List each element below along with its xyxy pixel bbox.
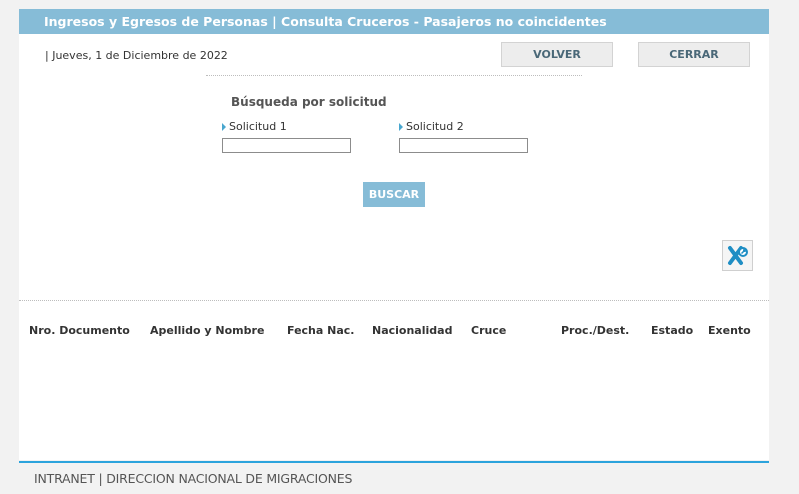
search-button[interactable]: BUSCAR	[363, 182, 425, 207]
column-header-proc-dest: Proc./Dest.	[561, 324, 630, 337]
divider	[19, 300, 769, 301]
divider	[206, 75, 582, 76]
column-header-estado: Estado	[651, 324, 694, 337]
arrow-right-icon	[222, 122, 226, 131]
current-date: | Jueves, 1 de Diciembre de 2022	[45, 49, 228, 62]
column-header-nro-documento: Nro. Documento	[29, 324, 130, 337]
column-header-cruce: Cruce	[471, 324, 507, 337]
solicitud-2-input[interactable]	[399, 138, 528, 153]
solicitud-1-label: Solicitud 1	[222, 120, 287, 133]
page-title: Ingresos y Egresos de Personas | Consult…	[44, 14, 607, 29]
column-header-exento: Exento	[708, 324, 751, 337]
excel-export-icon	[727, 245, 748, 265]
column-header-fecha-nac: Fecha Nac.	[287, 324, 355, 337]
footer-divider	[19, 461, 769, 463]
footer-text: INTRANET | DIRECCION NACIONAL DE MIGRACI…	[34, 471, 353, 486]
column-header-nacionalidad: Nacionalidad	[372, 324, 453, 337]
export-excel-button[interactable]	[722, 240, 753, 271]
back-button[interactable]: VOLVER	[501, 42, 613, 67]
solicitud-1-input[interactable]	[222, 138, 351, 153]
column-header-apellido-nombre: Apellido y Nombre	[150, 324, 265, 337]
solicitud-2-label-text: Solicitud 2	[406, 120, 464, 133]
solicitud-2-label: Solicitud 2	[399, 120, 464, 133]
solicitud-1-label-text: Solicitud 1	[229, 120, 287, 133]
search-section-title: Búsqueda por solicitud	[231, 95, 387, 109]
header-bar: Ingresos y Egresos de Personas | Consult…	[19, 9, 769, 34]
main-content: | Jueves, 1 de Diciembre de 2022 VOLVER …	[19, 34, 769, 460]
arrow-right-icon	[399, 122, 403, 131]
close-button[interactable]: CERRAR	[638, 42, 750, 67]
